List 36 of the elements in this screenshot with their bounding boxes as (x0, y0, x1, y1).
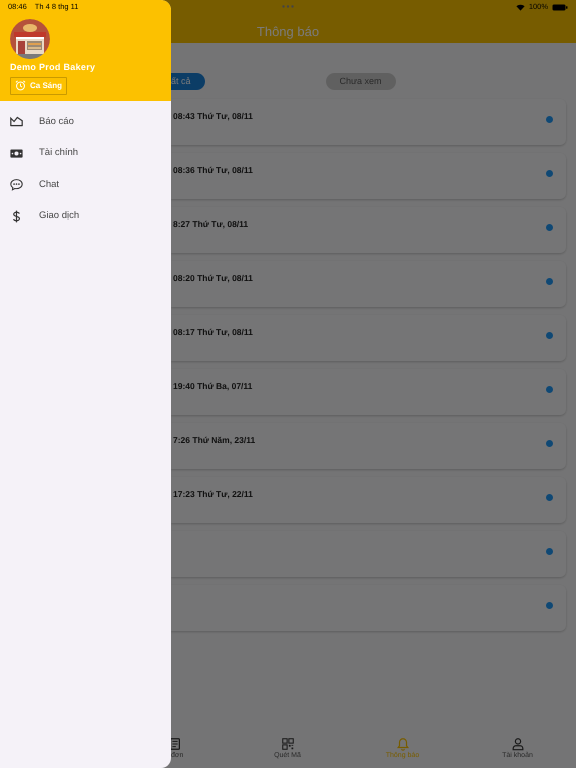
notification-card[interactable]: 08:36 Thứ Tư, 08/11 (171, 153, 566, 199)
notification-time: 19:40 Thứ Ba, 07/11 (173, 380, 252, 393)
drawer-menu-item[interactable]: Giao dịch (0, 200, 171, 232)
wifi-icon (516, 4, 525, 10)
bell-icon (396, 737, 410, 751)
drawer-menu-item[interactable]: Báo cáo (0, 106, 171, 138)
chart-icon (10, 115, 23, 128)
notification-time: 7:26 Thứ Năm, 23/11 (173, 434, 256, 447)
notification-card[interactable] (171, 531, 566, 577)
notification-card[interactable] (171, 585, 566, 631)
notification-card[interactable]: 8:27 Thứ Tư, 08/11 (171, 207, 566, 253)
more-dots-icon (282, 5, 294, 8)
notification-time: 08:36 Thứ Tư, 08/11 (173, 164, 253, 177)
notification-card[interactable]: 08:43 Thứ Tư, 08/11 (171, 99, 566, 145)
notification-card[interactable]: 19:40 Thứ Ba, 07/11 (171, 369, 566, 415)
drawer-menu-item[interactable]: Tài chính (0, 138, 171, 170)
notification-time: 8:27 Thứ Tư, 08/11 (173, 218, 248, 231)
drawer-menu-item[interactable]: Chat (0, 169, 171, 201)
person-icon (510, 737, 524, 751)
filter-tab[interactable]: ất cả (171, 73, 205, 90)
banknote-icon (10, 146, 23, 160)
notification-time: 08:20 Thứ Tư, 08/11 (173, 272, 253, 285)
screen-title: Thông báo (256, 25, 320, 40)
chat-bubble-icon (10, 178, 23, 192)
filter-tab[interactable]: Chưa xem (326, 73, 396, 90)
notification-time: 08:43 Thứ Tư, 08/11 (173, 110, 253, 123)
qr-code-icon (280, 737, 294, 751)
notification-time: 17:23 Thứ Tư, 22/11 (173, 488, 253, 501)
dollar-icon (10, 210, 23, 224)
notification-card[interactable]: 17:23 Thứ Tư, 22/11 (171, 477, 566, 523)
store-name: Demo Prod Bakery (10, 61, 96, 74)
alarm-clock-icon (15, 80, 26, 91)
notification-card[interactable]: 7:26 Thứ Năm, 23/11 (171, 423, 566, 469)
notification-card[interactable]: 08:20 Thứ Tư, 08/11 (171, 261, 566, 307)
notification-card[interactable]: 08:17 Thứ Tư, 08/11 (171, 315, 566, 361)
notification-time: 08:17 Thứ Tư, 08/11 (173, 326, 253, 339)
